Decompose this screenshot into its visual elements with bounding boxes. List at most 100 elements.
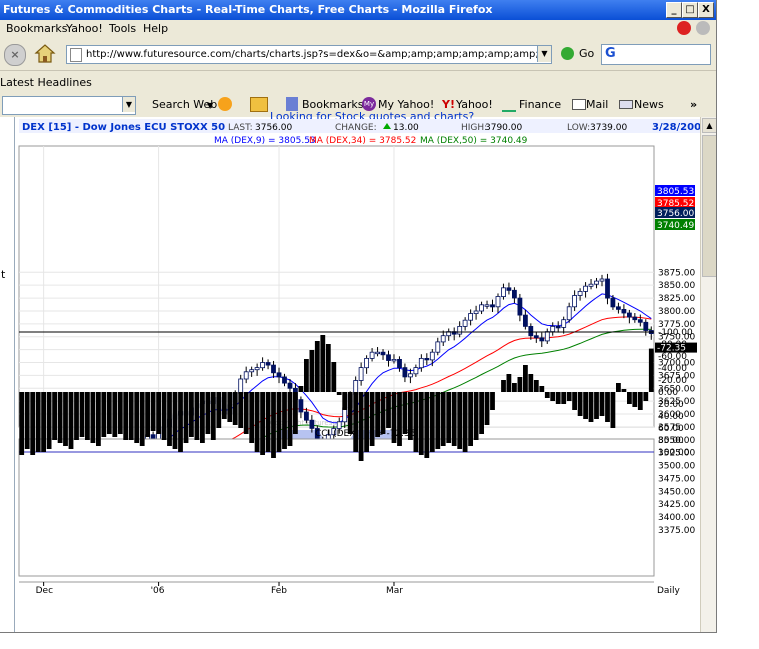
cci-bar: [512, 383, 517, 392]
go-button[interactable]: Go: [579, 47, 594, 60]
scroll-thumb[interactable]: [702, 135, 716, 277]
menu-bookmarks[interactable]: Bookmarks: [6, 22, 67, 35]
candle-body: [495, 296, 501, 308]
mail-alert-icon[interactable]: [250, 97, 268, 112]
chart-date: 3/28/2006: [652, 122, 700, 133]
cci-bar: [517, 377, 523, 392]
cci-bar: [418, 392, 424, 455]
cci-bar: [380, 392, 386, 434]
home-icon[interactable]: [33, 42, 57, 64]
cci-bar: [24, 392, 30, 449]
change-value: 13.00: [393, 123, 419, 133]
cci-bar: [561, 392, 567, 404]
cci-bar: [161, 392, 167, 440]
cci-bar: [85, 392, 90, 440]
finance-button[interactable]: Finance: [519, 98, 561, 111]
news-button[interactable]: News: [634, 98, 664, 111]
cci-bar: [35, 392, 41, 452]
search-web-chevron-icon[interactable]: ▼: [207, 101, 213, 110]
candle-body: [517, 297, 523, 316]
cci-bar: [572, 392, 577, 410]
mail-button[interactable]: Mail: [586, 98, 608, 111]
candle-body: [616, 306, 621, 310]
scroll-up-arrow-icon[interactable]: ▲: [702, 118, 716, 133]
cci-bar: [320, 335, 326, 392]
cci-bar: [183, 392, 189, 443]
cci-bar: [325, 344, 331, 392]
candle-body: [577, 290, 583, 296]
menu-yahoo[interactable]: Yahoo!: [66, 22, 103, 35]
cci-bar: [429, 392, 435, 452]
cci-bar: [123, 392, 129, 440]
candle-body: [238, 378, 244, 394]
stop-icon[interactable]: ×: [4, 44, 26, 66]
candle-body: [271, 364, 276, 374]
candle-body: [298, 399, 304, 413]
bookmarks-toolbar: Latest Headlines: [0, 71, 716, 94]
latest-headlines-link[interactable]: Latest Headlines: [0, 76, 92, 89]
highlight-icon[interactable]: [218, 97, 232, 111]
candle-body: [358, 367, 364, 381]
candle-body: [621, 308, 627, 314]
cci-tick-label: 80.00: [658, 436, 684, 446]
cci-tick-label: 20.00: [658, 400, 684, 410]
minimize-button[interactable]: _: [666, 2, 682, 18]
yahoo-search-input[interactable]: [2, 96, 136, 115]
price-tick-label: 3800.00: [658, 307, 695, 317]
cci-bar: [468, 392, 473, 446]
cci-bar: [57, 392, 63, 443]
search-box[interactable]: G: [601, 44, 711, 65]
cci-bar: [128, 392, 134, 440]
close-tab-icon[interactable]: [696, 21, 710, 35]
cci-bar: [243, 392, 249, 434]
cci-bar: [287, 392, 293, 446]
candle-body: [303, 411, 309, 421]
vertical-scrollbar[interactable]: ▲: [700, 117, 716, 632]
candle-body: [484, 304, 490, 307]
candle-body: [407, 373, 413, 378]
page-content: t Looking for Stock quotes and charts? D…: [0, 110, 700, 632]
candle-body: [528, 325, 534, 337]
cci-bar: [282, 392, 287, 449]
cci-bar: [117, 392, 123, 434]
yahoo-search-chevron-icon[interactable]: ▼: [122, 97, 135, 112]
navigation-bar: × http://www.futuresource.com/charts/cha…: [0, 38, 716, 71]
maximize-button[interactable]: □: [682, 2, 698, 18]
cci-bar: [194, 392, 200, 440]
close-button[interactable]: X: [698, 2, 714, 18]
x-tick-label: Mar: [386, 586, 403, 596]
stop-page-icon[interactable]: [677, 21, 691, 35]
menu-help[interactable]: Help: [143, 22, 168, 35]
candle-body: [243, 371, 249, 380]
cci-bar: [227, 392, 233, 422]
bookmarks-icon[interactable]: [286, 97, 298, 111]
cci-bar: [353, 392, 359, 452]
x-axis-unit: Daily: [657, 586, 680, 596]
candle-body: [260, 362, 266, 369]
candle-body: [572, 295, 577, 308]
cci-tick-label: 100.00: [658, 448, 690, 458]
candle-body: [429, 351, 435, 361]
url-bar[interactable]: http://www.futuresource.com/charts/chart…: [66, 45, 552, 64]
cci-bar: [358, 392, 364, 461]
cci-bar: [364, 392, 369, 452]
candle-body: [583, 285, 588, 292]
last-label: LAST:: [228, 123, 253, 133]
cci-bar: [544, 392, 550, 398]
menu-tools[interactable]: Tools: [109, 22, 136, 35]
cci-bar: [216, 392, 222, 428]
cci-bar: [402, 392, 408, 434]
cci-bar: [139, 392, 145, 446]
cci-tick-label: -40.00: [658, 364, 687, 374]
cci-bar: [260, 392, 265, 455]
url-dropdown-chevron-icon[interactable]: ▼: [537, 46, 551, 62]
candle-body: [249, 369, 255, 373]
cci-bar: [200, 392, 205, 443]
cci-bar: [298, 386, 304, 392]
go-arrow-icon[interactable]: [561, 47, 574, 60]
more-chevron-icon[interactable]: »: [690, 98, 697, 111]
x-tick-label: Feb: [271, 586, 287, 596]
cci-tick-label: -100.00: [658, 328, 693, 338]
candle-body: [632, 316, 638, 321]
cci-bar: [440, 392, 446, 446]
